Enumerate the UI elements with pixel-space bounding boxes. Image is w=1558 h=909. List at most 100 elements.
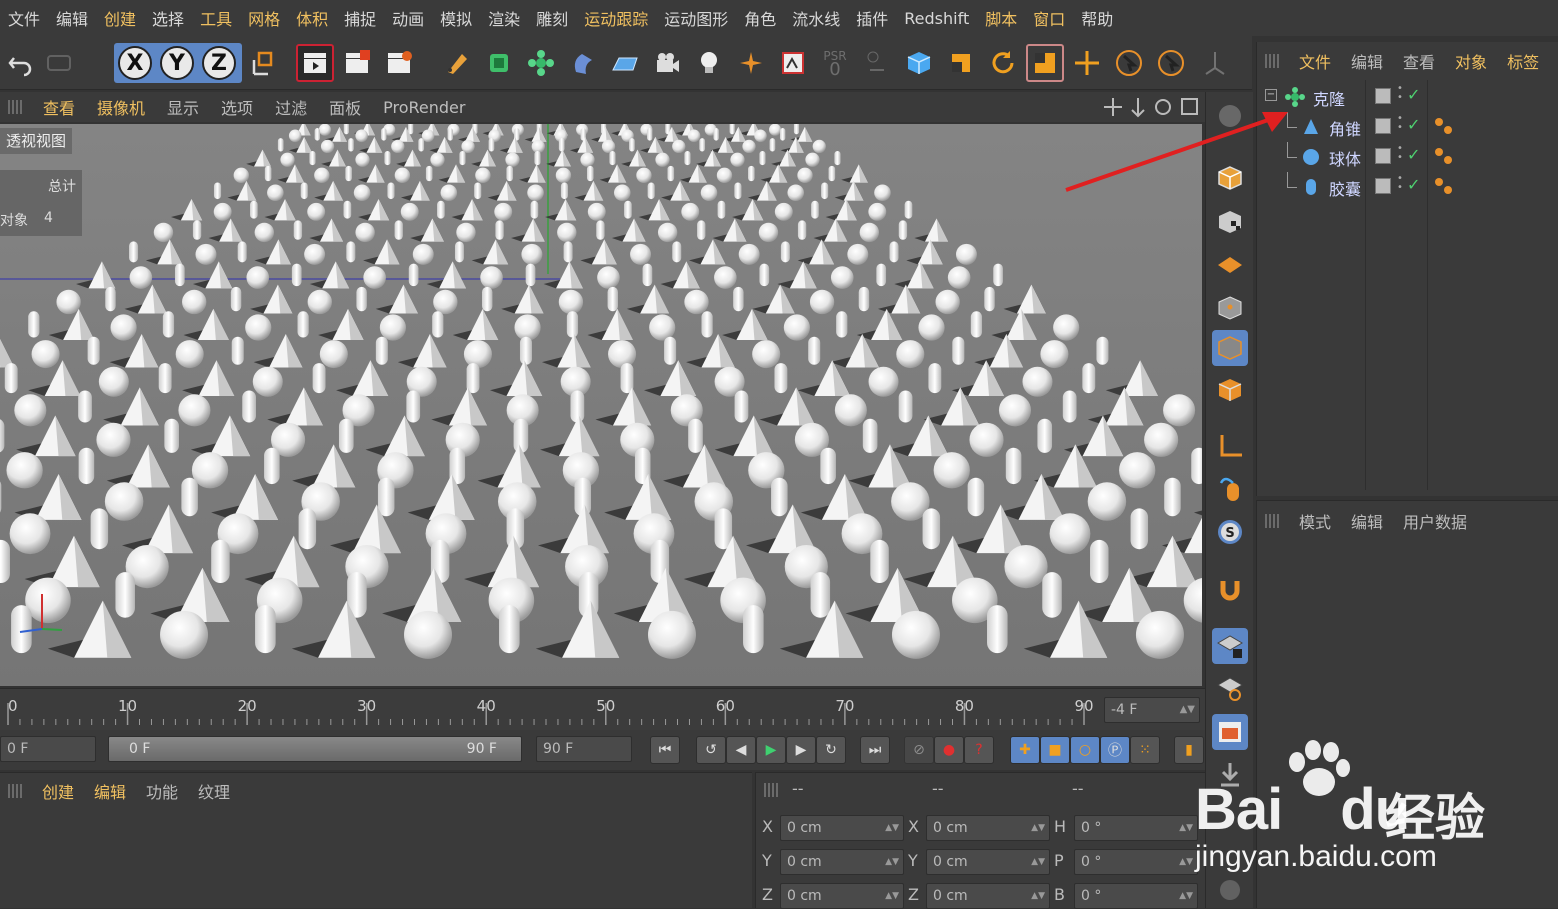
- x-axis-button[interactable]: X: [116, 44, 154, 82]
- play-button[interactable]: ▶: [756, 736, 786, 764]
- key-position-button[interactable]: ✚: [1010, 736, 1040, 764]
- snap-button[interactable]: [1212, 572, 1248, 608]
- camera-button[interactable]: [648, 44, 686, 82]
- rotate-tool-button[interactable]: [984, 44, 1022, 82]
- object-menu-item[interactable]: 查看: [1393, 49, 1445, 73]
- enabled-check-icon[interactable]: ✓: [1407, 145, 1420, 164]
- material-menu-item[interactable]: 纹理: [188, 779, 240, 803]
- misc-tool-button[interactable]: [1212, 872, 1248, 908]
- enabled-check-icon[interactable]: ✓: [1407, 115, 1420, 134]
- menu-item[interactable]: 动画: [384, 6, 432, 30]
- coordinate-value-field[interactable]: 0 cm ▲▼: [780, 883, 904, 909]
- menu-item[interactable]: Redshift: [896, 9, 977, 28]
- go-to-start-button[interactable]: ⏮: [650, 736, 680, 764]
- object-row[interactable]: 胶囊 • • ✓: [1257, 172, 1558, 202]
- polygons-mode-button[interactable]: [1212, 372, 1248, 408]
- coordinate-value-field[interactable]: 0 cm ▲▼: [926, 883, 1050, 909]
- material-menu-item[interactable]: 编辑: [84, 779, 136, 803]
- object-menu-item[interactable]: 文件: [1289, 49, 1341, 73]
- workplane-button[interactable]: [1212, 246, 1248, 282]
- object-mode-button[interactable]: [900, 44, 938, 82]
- light-button[interactable]: [690, 44, 728, 82]
- viewport-menu-item[interactable]: 面板: [318, 95, 372, 119]
- download-button[interactable]: [1212, 756, 1248, 792]
- timeline-layout-button[interactable]: ▮: [1174, 736, 1204, 764]
- enabled-check-icon[interactable]: ✓: [1407, 85, 1420, 104]
- visibility-dots-icon[interactable]: • •: [1397, 174, 1403, 193]
- layer-toggle-icon[interactable]: [1375, 88, 1391, 104]
- coordinate-header[interactable]: --: [932, 779, 944, 798]
- viewport-menu-item[interactable]: 查看: [32, 95, 86, 119]
- viewport-menu-item[interactable]: 显示: [156, 95, 210, 119]
- layer-toggle-icon[interactable]: [1375, 118, 1391, 134]
- menu-item[interactable]: 窗口: [1025, 6, 1073, 30]
- visibility-dots-icon[interactable]: • •: [1397, 114, 1403, 133]
- viewport-menu-item[interactable]: 选项: [210, 95, 264, 119]
- swap-axes-button[interactable]: [858, 44, 896, 82]
- edges-mode-button[interactable]: [1212, 330, 1248, 366]
- start-frame-field[interactable]: 0 F: [0, 736, 96, 762]
- tweak-mode-button[interactable]: [1212, 470, 1248, 506]
- material-menu-item[interactable]: 功能: [136, 779, 188, 803]
- previous-key-button[interactable]: ↺: [696, 736, 726, 764]
- select-button[interactable]: [1152, 44, 1190, 82]
- menu-item[interactable]: 选择: [144, 6, 192, 30]
- key-scale-button[interactable]: ■: [1040, 736, 1070, 764]
- key-rotation-button[interactable]: ○: [1070, 736, 1100, 764]
- object-menu-item[interactable]: 编辑: [1341, 49, 1393, 73]
- points-mode-button[interactable]: [1212, 290, 1248, 326]
- perspective-viewport[interactable]: [0, 124, 1202, 686]
- layer-toggle-icon[interactable]: [1375, 178, 1391, 194]
- coordinate-system-button[interactable]: [244, 44, 282, 82]
- menu-item[interactable]: 运动跟踪: [576, 6, 656, 30]
- menu-item[interactable]: 捕捉: [336, 6, 384, 30]
- menu-item[interactable]: 创建: [96, 6, 144, 30]
- timeline-ruler[interactable]: 0 10 20 30 40 50 60 70 80 90 -4 F ▲▼: [0, 688, 1205, 730]
- next-frame-button[interactable]: ▶: [786, 736, 816, 764]
- planar-workplane-button[interactable]: [1212, 670, 1248, 706]
- texture-mode-button[interactable]: [1212, 204, 1248, 240]
- scale-uniform-button[interactable]: [1026, 44, 1064, 82]
- menu-item[interactable]: 体积: [288, 6, 336, 30]
- autokey-button[interactable]: ●: [934, 736, 964, 764]
- keyframe-selection-button[interactable]: ?: [964, 736, 994, 764]
- enabled-check-icon[interactable]: ✓: [1407, 175, 1420, 194]
- object-row[interactable]: − 克隆 • • ✓: [1257, 82, 1558, 112]
- coordinate-value-field[interactable]: 0 cm ▲▼: [926, 815, 1050, 841]
- key-pla-button[interactable]: ⁙: [1130, 736, 1160, 764]
- object-row[interactable]: 角锥 • • ✓: [1257, 112, 1558, 142]
- visibility-dots-icon[interactable]: • •: [1397, 84, 1403, 103]
- coordinate-value-field[interactable]: 0 ° ▲▼: [1074, 883, 1198, 909]
- render-view-button[interactable]: [296, 44, 334, 82]
- key-parameter-button[interactable]: Ⓟ: [1100, 736, 1130, 764]
- visibility-dots-icon[interactable]: • •: [1397, 144, 1403, 163]
- menu-item[interactable]: 雕刻: [528, 6, 576, 30]
- attribute-menu-item[interactable]: 模式: [1289, 509, 1341, 533]
- tag-dots-icon[interactable]: [1433, 146, 1455, 168]
- y-axis-button[interactable]: Y: [158, 44, 196, 82]
- next-key-button[interactable]: ↻: [816, 736, 846, 764]
- current-frame-field[interactable]: -4 F ▲▼: [1104, 697, 1200, 723]
- render-to-picture-viewer-button[interactable]: [338, 44, 376, 82]
- undo-button[interactable]: [2, 44, 40, 82]
- render-settings-button[interactable]: [380, 44, 418, 82]
- menu-item[interactable]: 工具: [192, 6, 240, 30]
- render-region-button[interactable]: [1212, 714, 1248, 750]
- locked-workplane-button[interactable]: [1212, 628, 1248, 664]
- menu-item[interactable]: 运动图形: [656, 6, 736, 30]
- deformer-button[interactable]: [564, 44, 602, 82]
- coordinate-value-field[interactable]: 0 ° ▲▼: [1074, 849, 1198, 875]
- object-row[interactable]: 球体 • • ✓: [1257, 142, 1558, 172]
- z-axis-button[interactable]: Z: [200, 44, 238, 82]
- go-to-end-button[interactable]: ⏭: [860, 736, 890, 764]
- record-button[interactable]: ⊘: [904, 736, 934, 764]
- redo-button[interactable]: [40, 44, 78, 82]
- coordinate-value-field[interactable]: 0 cm ▲▼: [780, 815, 904, 841]
- menu-item[interactable]: 渲染: [480, 6, 528, 30]
- menu-item[interactable]: 流水线: [784, 6, 848, 30]
- menu-item[interactable]: 插件: [848, 6, 896, 30]
- floor-button[interactable]: [606, 44, 644, 82]
- effector-button[interactable]: [732, 44, 770, 82]
- coordinate-value-field[interactable]: 0 ° ▲▼: [1074, 815, 1198, 841]
- previous-frame-button[interactable]: ◀: [726, 736, 756, 764]
